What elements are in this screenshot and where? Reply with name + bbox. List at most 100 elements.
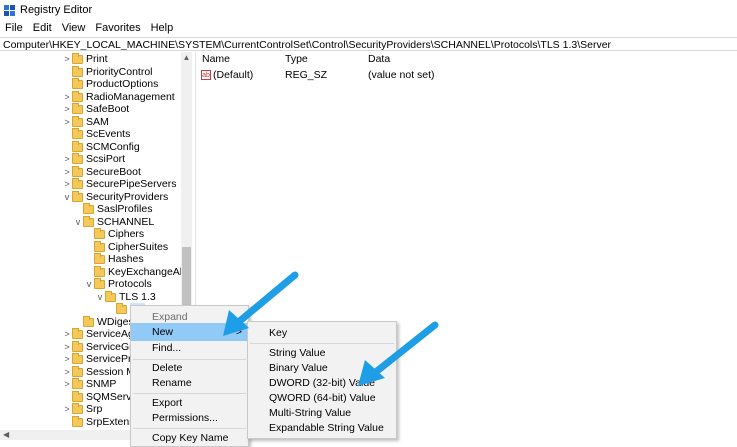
menu-file[interactable]: File [0, 22, 28, 34]
tree-item[interactable]: v SecurityProviders [62, 190, 168, 204]
address-bar[interactable]: Computer\HKEY_LOCAL_MACHINE\SYSTEM\Curre… [0, 37, 737, 51]
value-type: REG_SZ [285, 69, 328, 81]
column-header-name[interactable]: Name [202, 52, 230, 67]
tree-item-label: SNMP [86, 378, 117, 390]
expand-chevron-icon[interactable]: > [62, 153, 72, 166]
folder-icon [72, 65, 83, 77]
tree-item[interactable]: ScEvents [62, 128, 130, 141]
expand-chevron-icon[interactable]: > [62, 116, 72, 129]
folder-icon [83, 315, 94, 327]
menu-item-permissions[interactable]: Permissions... [131, 409, 248, 427]
expand-chevron-icon[interactable]: > [62, 103, 72, 116]
tree-item-label: Print [86, 53, 108, 65]
value-name-cell: ab (Default) [201, 68, 253, 82]
folder-icon [72, 390, 83, 402]
column-header-data[interactable]: Data [368, 52, 390, 67]
scroll-left-icon[interactable]: ◀ [3, 430, 9, 440]
folder-icon [72, 78, 83, 89]
menu-item-copy-key-name[interactable]: Copy Key Name [131, 429, 248, 447]
folder-icon [72, 140, 83, 152]
expand-chevron-icon[interactable]: > [62, 166, 72, 179]
registry-editor-icon [4, 4, 15, 16]
folder-icon [72, 128, 83, 139]
tree-item[interactable]: v TLS 1.3 [95, 290, 156, 304]
tree-item-label: SecureBoot [86, 165, 141, 178]
tree-item[interactable]: > SecurePipeServers [62, 178, 176, 191]
expand-chevron-icon[interactable]: > [62, 366, 72, 379]
menu-item-new-label: New [152, 326, 174, 338]
tree-item[interactable]: Ciphers [84, 228, 144, 241]
submenu-item-expandable-string-value[interactable]: Expandable String Value [248, 419, 396, 437]
tree-item[interactable]: > SafeBoot [62, 103, 129, 116]
menu-item-find[interactable]: Find... [131, 339, 248, 357]
folder-icon [72, 53, 83, 64]
value-name: (Default) [213, 69, 254, 81]
folder-icon [72, 103, 83, 114]
tree-item-label: Protocols [108, 278, 152, 290]
tree-item[interactable]: v SCHANNEL [73, 215, 154, 229]
tree-item[interactable]: KeyExchangeAlgorit [84, 265, 191, 279]
tree-item-label: Srp [86, 403, 103, 415]
value-data: (value not set) [368, 69, 435, 81]
tree-item-label: Hashes [108, 253, 144, 265]
collapse-chevron-icon[interactable]: v [84, 278, 94, 291]
menu-bar: File Edit View Favorites Help [0, 20, 737, 36]
tree-item[interactable]: CipherSuites [84, 240, 169, 254]
window-title: Registry Editor [20, 4, 93, 16]
tree-item-label: SafeBoot [86, 103, 130, 115]
expand-chevron-icon[interactable]: > [62, 341, 72, 354]
expand-chevron-icon[interactable]: > [62, 378, 72, 391]
tree-item[interactable]: > SAM [62, 115, 109, 129]
expand-chevron-icon[interactable]: > [62, 403, 72, 416]
column-header-type[interactable]: Type [285, 52, 308, 67]
tree-item-label: ScEvents [86, 128, 131, 140]
folder-icon [72, 178, 83, 189]
tree-item[interactable]: > RadioManagement [62, 90, 175, 104]
folder-icon [72, 353, 83, 364]
tree-item-label: SAM [86, 115, 109, 128]
tree-item[interactable]: > ScsiPort [62, 153, 125, 166]
tree-item[interactable]: > Srp [62, 403, 102, 416]
tree-item[interactable]: Hashes [84, 253, 144, 266]
tree-item[interactable]: v Protocols [84, 278, 152, 291]
tree-item-label: ProductOptions [86, 78, 159, 90]
collapse-chevron-icon[interactable]: v [62, 191, 72, 204]
tree-item[interactable]: PriorityControl [62, 65, 153, 79]
expand-chevron-icon[interactable]: > [62, 328, 72, 341]
folder-icon [72, 378, 83, 389]
menu-item-rename[interactable]: Rename [131, 374, 248, 392]
folder-icon [105, 290, 116, 302]
tree-item[interactable]: SCMConfig [62, 140, 140, 154]
tree-item-label: SCMConfig [86, 140, 140, 153]
menu-favorites[interactable]: Favorites [90, 22, 145, 34]
tree-item-label: SaslProfiles [97, 203, 153, 215]
tree-item[interactable]: ProductOptions [62, 78, 158, 91]
tree-item-label: CipherSuites [108, 240, 169, 253]
value-row[interactable]: ab (Default) REG_SZ (value not set) [201, 68, 737, 82]
collapse-chevron-icon[interactable]: v [73, 216, 83, 229]
scroll-up-icon[interactable]: ▲ [181, 52, 192, 63]
tree-item[interactable]: > SNMP [62, 378, 116, 391]
tree-item[interactable]: WDigest [73, 315, 137, 329]
folder-icon [72, 115, 83, 127]
menu-edit[interactable]: Edit [28, 22, 57, 34]
tree-item-label: RadioManagement [86, 90, 175, 103]
menu-help[interactable]: Help [146, 22, 179, 34]
folder-icon [116, 303, 127, 314]
menu-view[interactable]: View [57, 22, 91, 34]
expand-chevron-icon[interactable]: > [62, 91, 72, 104]
folder-icon [72, 90, 83, 102]
expand-chevron-icon[interactable]: > [62, 353, 72, 366]
tree-item[interactable]: > SecureBoot [62, 165, 141, 179]
tree-item[interactable]: SaslProfiles [73, 203, 152, 216]
collapse-chevron-icon[interactable]: v [95, 291, 105, 304]
tree-item[interactable]: > Print [62, 53, 108, 66]
expand-chevron-icon[interactable]: > [62, 53, 72, 66]
annotation-arrow-icon [358, 321, 439, 386]
expand-chevron-icon[interactable]: > [62, 178, 72, 191]
tree-item-label: Ciphers [108, 228, 145, 240]
tree-item-label: ScsiPort [86, 153, 126, 165]
folder-icon [72, 415, 83, 427]
folder-icon [83, 215, 94, 227]
folder-icon [72, 365, 83, 377]
